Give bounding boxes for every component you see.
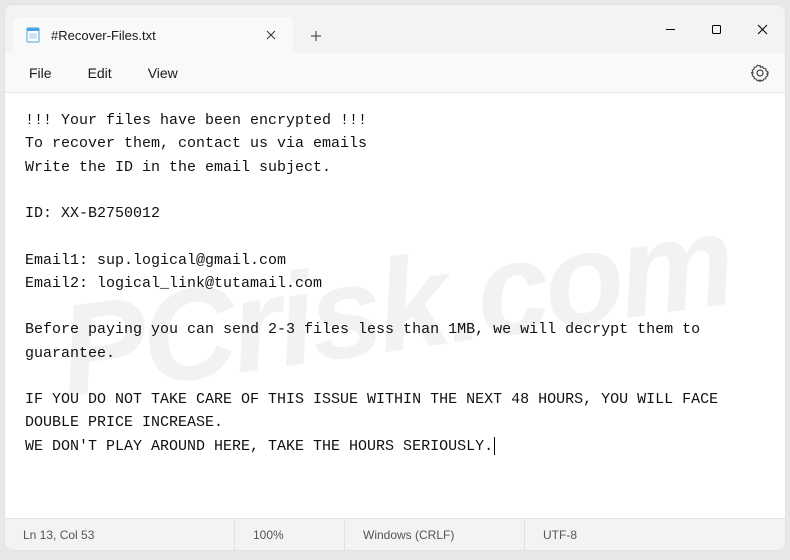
doc-line: WE DON'T PLAY AROUND HERE, TAKE THE HOUR… bbox=[25, 438, 493, 455]
statusbar: Ln 13, Col 53 100% Windows (CRLF) UTF-8 bbox=[5, 518, 785, 550]
minimize-icon bbox=[665, 24, 676, 35]
doc-line: Write the ID in the email subject. bbox=[25, 159, 331, 176]
tab-area: #Recover-Files.txt bbox=[5, 5, 333, 53]
doc-line: IF YOU DO NOT TAKE CARE OF THIS ISSUE WI… bbox=[25, 391, 727, 431]
menu-view[interactable]: View bbox=[132, 59, 194, 87]
new-tab-button[interactable] bbox=[299, 19, 333, 53]
tab-close-button[interactable] bbox=[261, 25, 281, 45]
active-tab[interactable]: #Recover-Files.txt bbox=[13, 17, 293, 53]
tab-title: #Recover-Files.txt bbox=[51, 28, 251, 43]
close-icon bbox=[266, 30, 276, 40]
menubar: File Edit View bbox=[5, 53, 785, 93]
menu-edit[interactable]: Edit bbox=[72, 59, 128, 87]
settings-button[interactable] bbox=[743, 56, 777, 90]
doc-line: To recover them, contact us via emails bbox=[25, 135, 367, 152]
status-encoding[interactable]: UTF-8 bbox=[525, 519, 595, 550]
maximize-button[interactable] bbox=[693, 5, 739, 53]
close-window-button[interactable] bbox=[739, 5, 785, 53]
doc-line: Before paying you can send 2-3 files les… bbox=[25, 321, 709, 361]
notepad-icon bbox=[25, 27, 41, 43]
maximize-icon bbox=[711, 24, 722, 35]
notepad-window: #Recover-Files.txt bbox=[5, 5, 785, 550]
minimize-button[interactable] bbox=[647, 5, 693, 53]
menu-file[interactable]: File bbox=[13, 59, 68, 87]
status-position: Ln 13, Col 53 bbox=[5, 519, 235, 550]
doc-line: ID: XX-B2750012 bbox=[25, 205, 160, 222]
doc-line: Email2: logical_link@tutamail.com bbox=[25, 275, 322, 292]
gear-icon bbox=[751, 64, 769, 82]
status-line-ending[interactable]: Windows (CRLF) bbox=[345, 519, 525, 550]
watermark: PCrisk.com bbox=[47, 159, 744, 453]
text-cursor bbox=[494, 437, 495, 455]
plus-icon bbox=[310, 30, 322, 42]
status-zoom[interactable]: 100% bbox=[235, 519, 345, 550]
close-icon bbox=[757, 24, 768, 35]
window-controls bbox=[647, 5, 785, 53]
titlebar: #Recover-Files.txt bbox=[5, 5, 785, 53]
doc-line: Email1: sup.logical@gmail.com bbox=[25, 252, 286, 269]
text-editor-area[interactable]: PCrisk.com !!! Your files have been encry… bbox=[5, 93, 785, 518]
doc-line: !!! Your files have been encrypted !!! bbox=[25, 112, 367, 129]
